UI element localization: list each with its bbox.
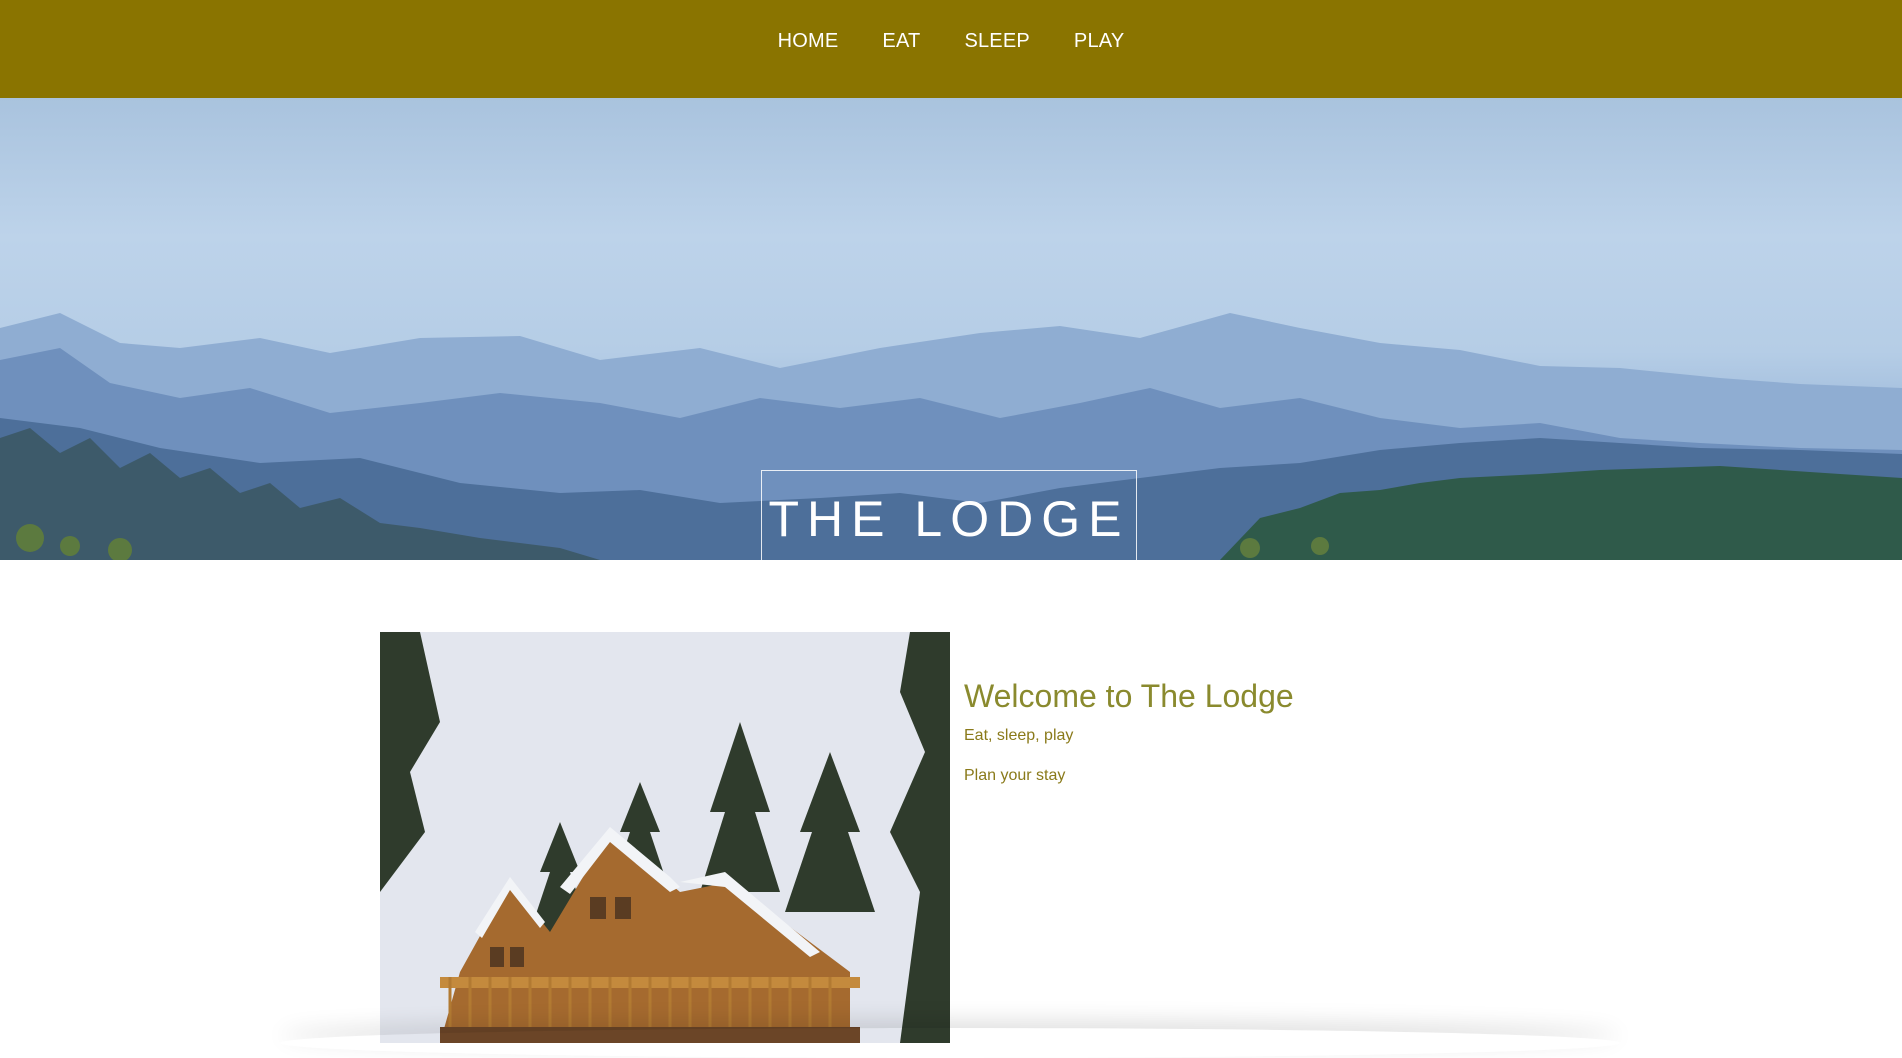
welcome-section: Welcome to The Lodge Eat, sleep, play Pl… <box>964 678 1294 785</box>
nav-item-home[interactable]: HOME <box>756 30 861 52</box>
bottom-card-shadow <box>280 1028 1620 1058</box>
nav-item-eat[interactable]: EAT <box>860 30 942 52</box>
cabin-image <box>380 632 950 1043</box>
hero-title-box: THE LODGE <box>761 470 1137 560</box>
nav-item-play[interactable]: PLAY <box>1052 30 1146 52</box>
nav-menu: HOME EAT SLEEP PLAY <box>0 30 1902 53</box>
welcome-heading: Welcome to The Lodge <box>964 678 1294 714</box>
plan-your-stay-link[interactable]: Plan your stay <box>964 767 1294 785</box>
welcome-subtitle: Eat, sleep, play <box>964 727 1074 744</box>
nav-item-sleep[interactable]: SLEEP <box>942 30 1051 52</box>
hero-title: THE LODGE <box>768 491 1130 547</box>
top-navbar: HOME EAT SLEEP PLAY <box>0 0 1902 98</box>
hero-banner: THE LODGE <box>0 98 1902 560</box>
lodge-photo <box>380 632 950 1043</box>
